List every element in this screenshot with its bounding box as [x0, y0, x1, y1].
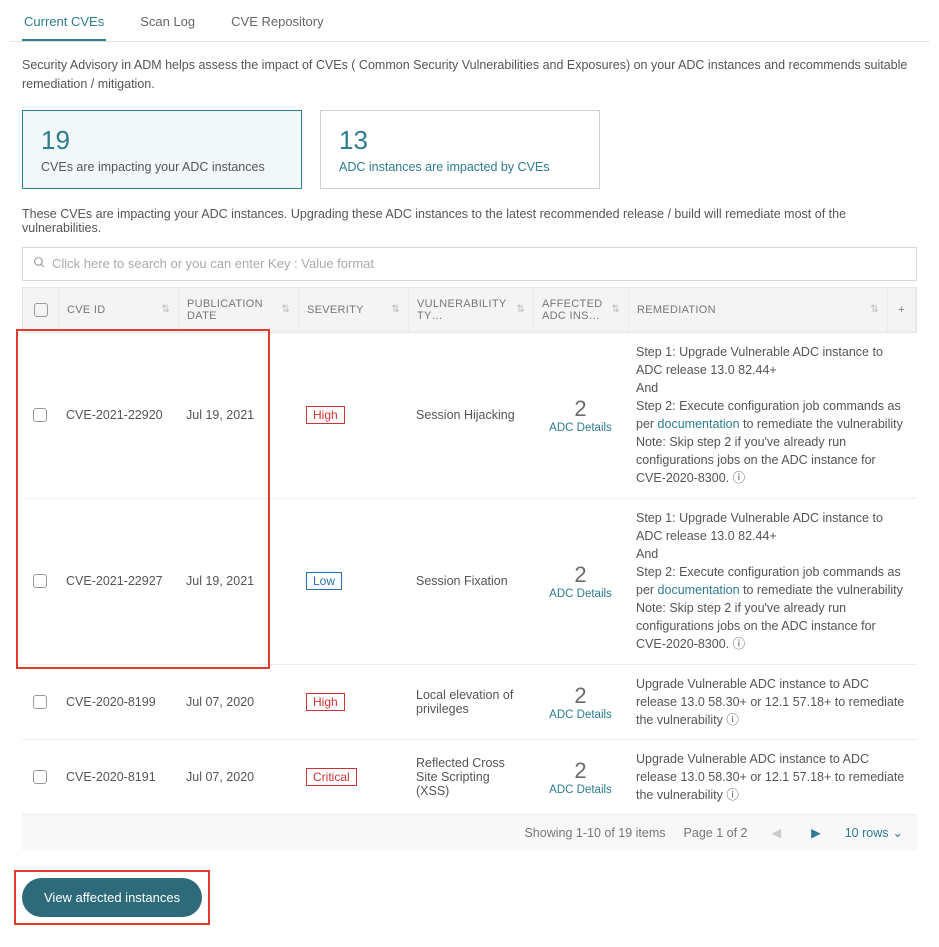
summary-cards: 19 CVEs are impacting your ADC instances…	[10, 110, 929, 207]
severity: Critical	[298, 758, 408, 796]
table-header: CVE ID⇅ PUBLICATION DATE⇅ SEVERITY⇅ VULN…	[22, 287, 917, 333]
chevron-down-icon: ⌄	[893, 826, 903, 840]
card-cves-caption: CVEs are impacting your ADC instances	[41, 160, 283, 174]
header-severity[interactable]: SEVERITY⇅	[299, 288, 409, 332]
adc-details-link[interactable]: ADC Details	[549, 588, 612, 600]
affected-count: 2	[574, 683, 586, 709]
card-instances-impacted[interactable]: 13 ADC instances are impacted by CVEs	[320, 110, 600, 189]
vulnerability-type: Reflected Cross Site Scripting (XSS)	[408, 746, 533, 808]
header-remediation[interactable]: REMEDIATION⇅	[629, 288, 888, 332]
view-affected-wrap: View affected instances	[22, 878, 202, 917]
table-row: CVE-2020-8199 Jul 07, 2020 High Local el…	[22, 665, 917, 740]
affected-adc: 2 ADC Details	[533, 748, 628, 806]
publication-date: Jul 07, 2020	[178, 760, 298, 794]
affected-adc: 2 ADC Details	[533, 552, 628, 610]
cve-id: CVE-2021-22920	[58, 398, 178, 432]
view-affected-instances-button[interactable]: View affected instances	[22, 878, 202, 917]
row-checkbox[interactable]	[22, 685, 58, 719]
tab-cve-repository[interactable]: CVE Repository	[229, 8, 325, 41]
page-description: Security Advisory in ADM helps assess th…	[10, 42, 929, 110]
table-body: CVE-2021-22920 Jul 19, 2021 High Session…	[22, 333, 917, 816]
table-row: CVE-2020-8191 Jul 07, 2020 Critical Refl…	[22, 740, 917, 815]
documentation-link[interactable]: documentation	[658, 417, 740, 431]
severity: High	[298, 683, 408, 721]
header-add-column[interactable]: +	[888, 288, 916, 332]
row-checkbox[interactable]	[22, 760, 58, 794]
vulnerability-type: Session Hijacking	[408, 398, 533, 432]
card-instances-caption: ADC instances are impacted by CVEs	[339, 160, 581, 174]
pager-page: Page 1 of 2	[684, 826, 748, 840]
tabs-bar: Current CVEs Scan Log CVE Repository	[10, 0, 929, 42]
adc-details-link[interactable]: ADC Details	[549, 422, 612, 434]
card-cves-impacting[interactable]: 19 CVEs are impacting your ADC instances	[22, 110, 302, 189]
affected-adc: 2 ADC Details	[533, 673, 628, 731]
remediation: Upgrade Vulnerable ADC instance to ADC r…	[628, 665, 917, 739]
adc-details-link[interactable]: ADC Details	[549, 784, 612, 796]
row-checkbox[interactable]	[22, 398, 58, 432]
affected-count: 2	[574, 396, 586, 422]
table-pager: Showing 1-10 of 19 items Page 1 of 2 ◀ ▶…	[22, 815, 917, 850]
remediation: Upgrade Vulnerable ADC instance to ADC r…	[628, 740, 917, 814]
table-row: CVE-2021-22920 Jul 19, 2021 High Session…	[22, 333, 917, 499]
publication-date: Jul 07, 2020	[178, 685, 298, 719]
header-vuln-type[interactable]: VULNERABILITY TY…⇅	[409, 288, 534, 332]
cve-id: CVE-2021-22927	[58, 564, 178, 598]
affected-adc: 2 ADC Details	[533, 386, 628, 444]
remediation: Step 1: Upgrade Vulnerable ADC instance …	[628, 333, 917, 498]
adc-details-link[interactable]: ADC Details	[549, 709, 612, 721]
vulnerability-type: Session Fixation	[408, 564, 533, 598]
publication-date: Jul 19, 2021	[178, 398, 298, 432]
table-row: CVE-2021-22927 Jul 19, 2021 Low Session …	[22, 499, 917, 665]
severity: Low	[298, 562, 408, 600]
vulnerability-type: Local elevation of privileges	[408, 678, 533, 726]
search-icon	[33, 256, 46, 272]
remediation: Step 1: Upgrade Vulnerable ADC instance …	[628, 499, 917, 664]
header-checkbox[interactable]	[23, 288, 59, 332]
pager-next[interactable]: ▶	[805, 825, 827, 840]
documentation-link[interactable]: documentation	[658, 583, 740, 597]
cve-id: CVE-2020-8199	[58, 685, 178, 719]
search-placeholder: Click here to search or you can enter Ke…	[52, 256, 374, 271]
table-description: These CVEs are impacting your ADC instan…	[10, 207, 929, 247]
header-pub-date[interactable]: PUBLICATION DATE⇅	[179, 288, 299, 332]
tab-current-cves[interactable]: Current CVEs	[22, 8, 106, 41]
row-checkbox[interactable]	[22, 564, 58, 598]
card-instances-count: 13	[339, 125, 581, 156]
card-cves-count: 19	[41, 125, 283, 156]
tab-scan-log[interactable]: Scan Log	[138, 8, 197, 41]
pager-rows-select[interactable]: 10 rows⌄	[845, 825, 903, 840]
severity: High	[298, 396, 408, 434]
pager-showing: Showing 1-10 of 19 items	[524, 826, 665, 840]
search-input[interactable]: Click here to search or you can enter Ke…	[22, 247, 917, 281]
affected-count: 2	[574, 758, 586, 784]
affected-count: 2	[574, 562, 586, 588]
cve-table: CVE ID⇅ PUBLICATION DATE⇅ SEVERITY⇅ VULN…	[10, 287, 929, 816]
header-affected[interactable]: AFFECTED ADC INS…⇅	[534, 288, 629, 332]
header-cve-id[interactable]: CVE ID⇅	[59, 288, 179, 332]
pager-prev[interactable]: ◀	[765, 825, 787, 840]
publication-date: Jul 19, 2021	[178, 564, 298, 598]
cve-id: CVE-2020-8191	[58, 760, 178, 794]
